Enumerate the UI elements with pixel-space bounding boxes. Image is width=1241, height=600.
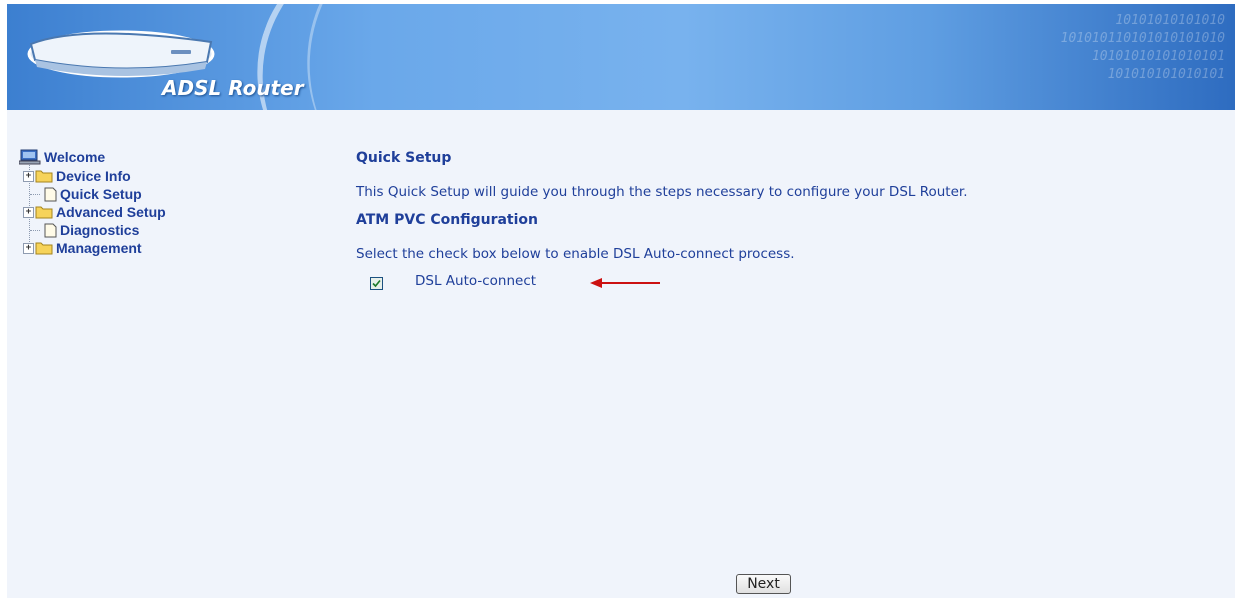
router-icon [27, 30, 215, 78]
page-icon [44, 223, 57, 237]
dsl-auto-connect-label[interactable]: DSL Auto-connect [415, 273, 536, 289]
intro-text: This Quick Setup will guide you through … [356, 184, 968, 200]
sidebar-item-diagnostics[interactable]: Diagnostics [30, 221, 139, 239]
page-title: Quick Setup [356, 150, 452, 166]
page-frame: 10101010101010 101010110101010101010 10101… [7, 4, 1235, 598]
expand-icon[interactable]: + [23, 170, 34, 182]
next-button[interactable]: Next [736, 574, 791, 594]
banner-swoosh-secondary [257, 4, 660, 110]
folder-icon [35, 206, 53, 219]
red-arrow-icon [590, 278, 660, 288]
binary-line: 10101010101010 [1115, 13, 1225, 28]
folder-icon [35, 170, 53, 183]
sidebar-item-advanced-setup[interactable]: + Advanced Setup [23, 203, 166, 221]
binary-line: 10101010101010101 [1091, 49, 1225, 64]
binary-line: 101010110101010101010 [1060, 31, 1225, 46]
sidebar-item-quick-setup[interactable]: Quick Setup [30, 185, 142, 203]
page-icon [44, 187, 57, 201]
tree-branch [30, 193, 40, 195]
sidebar-item-label: Welcome [44, 149, 106, 165]
sidebar-item-label: Management [56, 240, 142, 256]
sidebar-item-label: Device Info [56, 168, 131, 184]
expand-icon[interactable]: + [23, 242, 34, 254]
computer-icon [19, 149, 41, 165]
expand-icon[interactable]: + [23, 206, 34, 218]
tree-branch [30, 229, 40, 231]
checkmark-icon [372, 279, 381, 288]
sidebar-item-management[interactable]: + Management [23, 239, 142, 257]
section-title: ATM PVC Configuration [356, 212, 538, 228]
folder-icon [35, 242, 53, 255]
sidebar-item-label: Diagnostics [60, 222, 140, 238]
sidebar-item-label: Quick Setup [60, 186, 142, 202]
binary-line: 101010101010101 [1107, 67, 1225, 82]
binary-pattern: 10101010101010 101010110101010101010 10101… [865, 12, 1225, 84]
sidebar-item-device-info[interactable]: + Device Info [23, 167, 131, 185]
instruction-text: Select the check box below to enable DSL… [356, 246, 795, 262]
dsl-auto-connect-checkbox[interactable] [370, 277, 383, 290]
header-banner: 10101010101010 101010110101010101010 10101… [7, 4, 1235, 110]
sidebar-item-label: Advanced Setup [56, 204, 166, 220]
sidebar-item-welcome[interactable]: Welcome [19, 148, 105, 166]
brand-title: ADSL Router [162, 76, 304, 100]
